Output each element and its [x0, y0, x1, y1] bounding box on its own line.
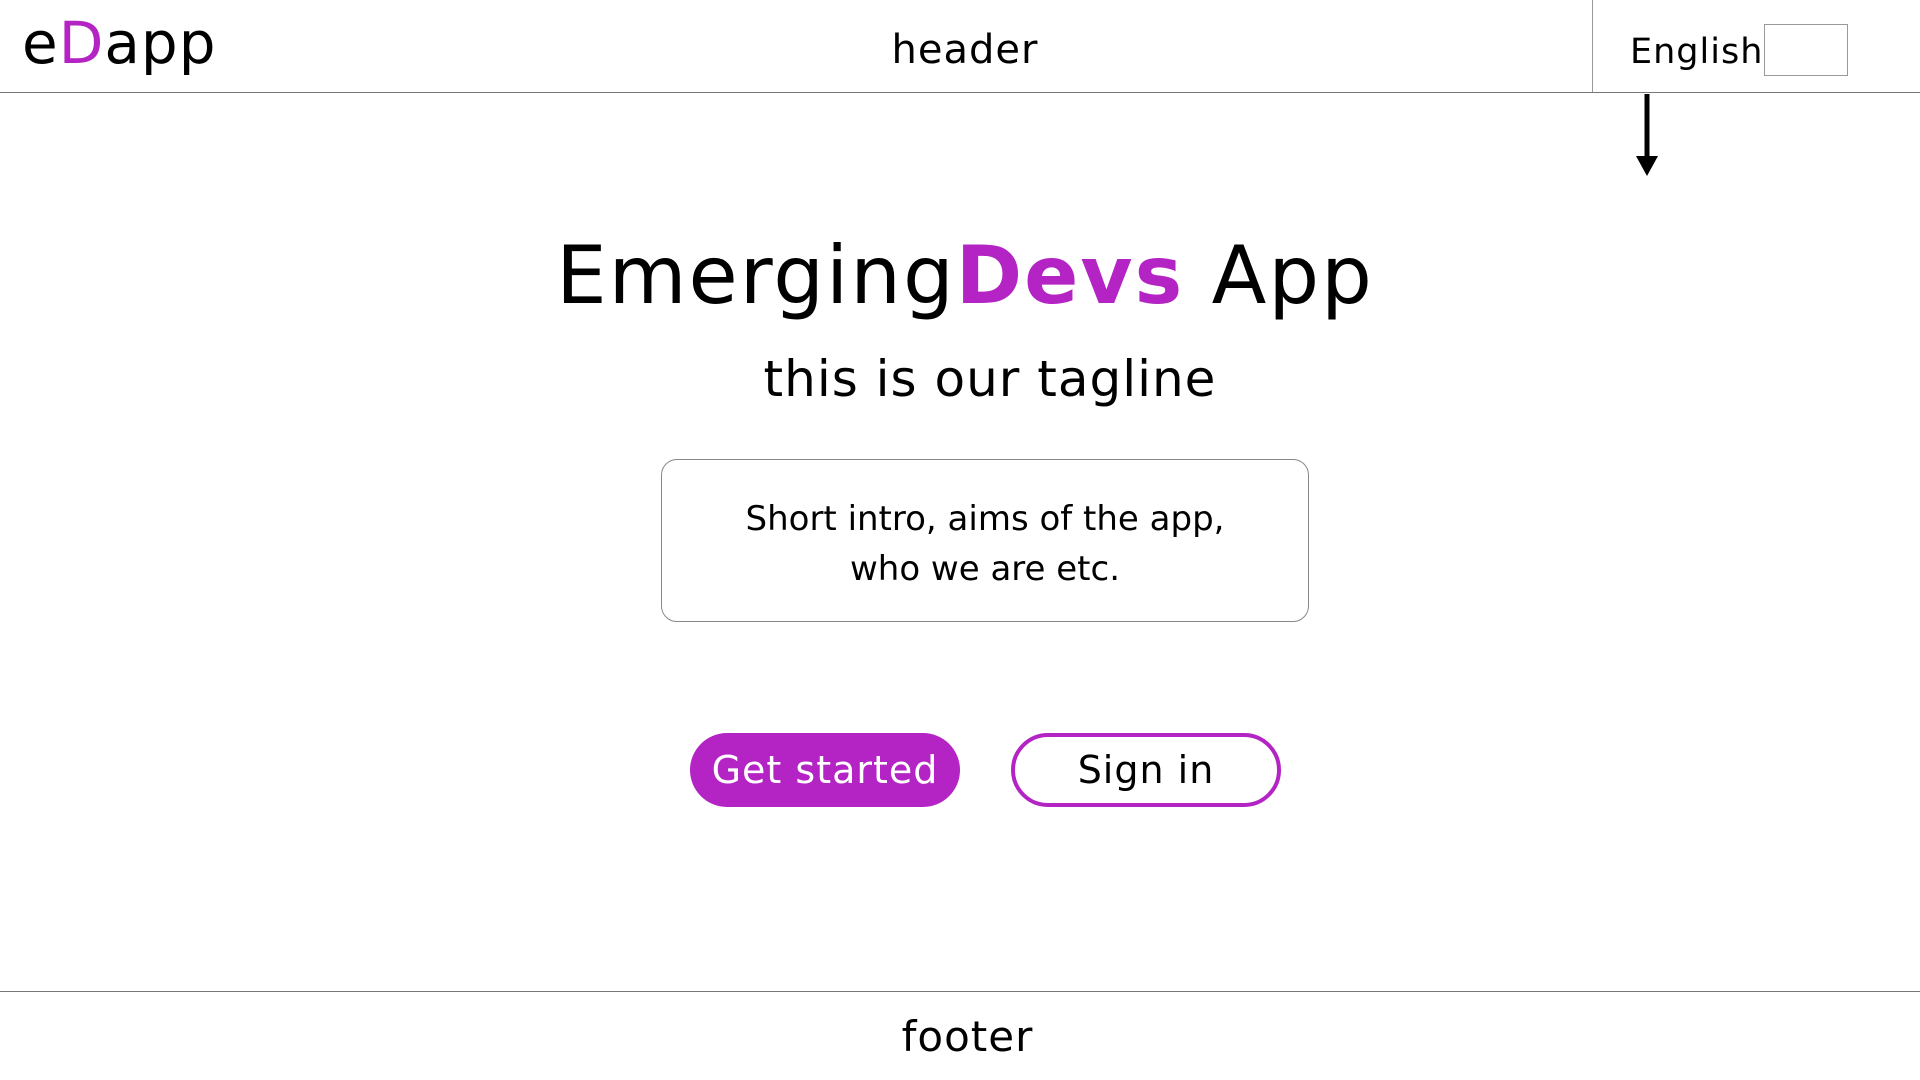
intro-line-1: Short intro, aims of the app,	[745, 499, 1225, 539]
header-bar: eDapp header English	[0, 0, 1920, 93]
language-label: English	[1630, 32, 1764, 72]
get-started-button[interactable]: Get started	[690, 733, 960, 807]
language-dropdown[interactable]	[1764, 24, 1848, 76]
title-accent: Devs	[955, 229, 1185, 322]
sign-in-button[interactable]: Sign in	[1011, 733, 1281, 807]
title-part1: Emerging	[556, 229, 956, 322]
intro-line-2: who we are etc.	[849, 549, 1121, 589]
arrow-down-icon	[1636, 94, 1658, 176]
intro-box: Short intro, aims of the app, who we are…	[661, 459, 1309, 622]
title-part2: App	[1184, 229, 1374, 322]
tagline: this is our tagline	[763, 350, 1217, 408]
landing-page: eDapp header English EmergingDevs App th…	[0, 0, 1920, 1080]
footer-label: footer	[901, 1012, 1034, 1061]
language-selector: English	[1592, 0, 1920, 92]
page-title: EmergingDevs App	[0, 232, 1920, 320]
intro-text: Short intro, aims of the app, who we are…	[662, 494, 1308, 594]
footer-bar: footer	[0, 991, 1920, 1080]
